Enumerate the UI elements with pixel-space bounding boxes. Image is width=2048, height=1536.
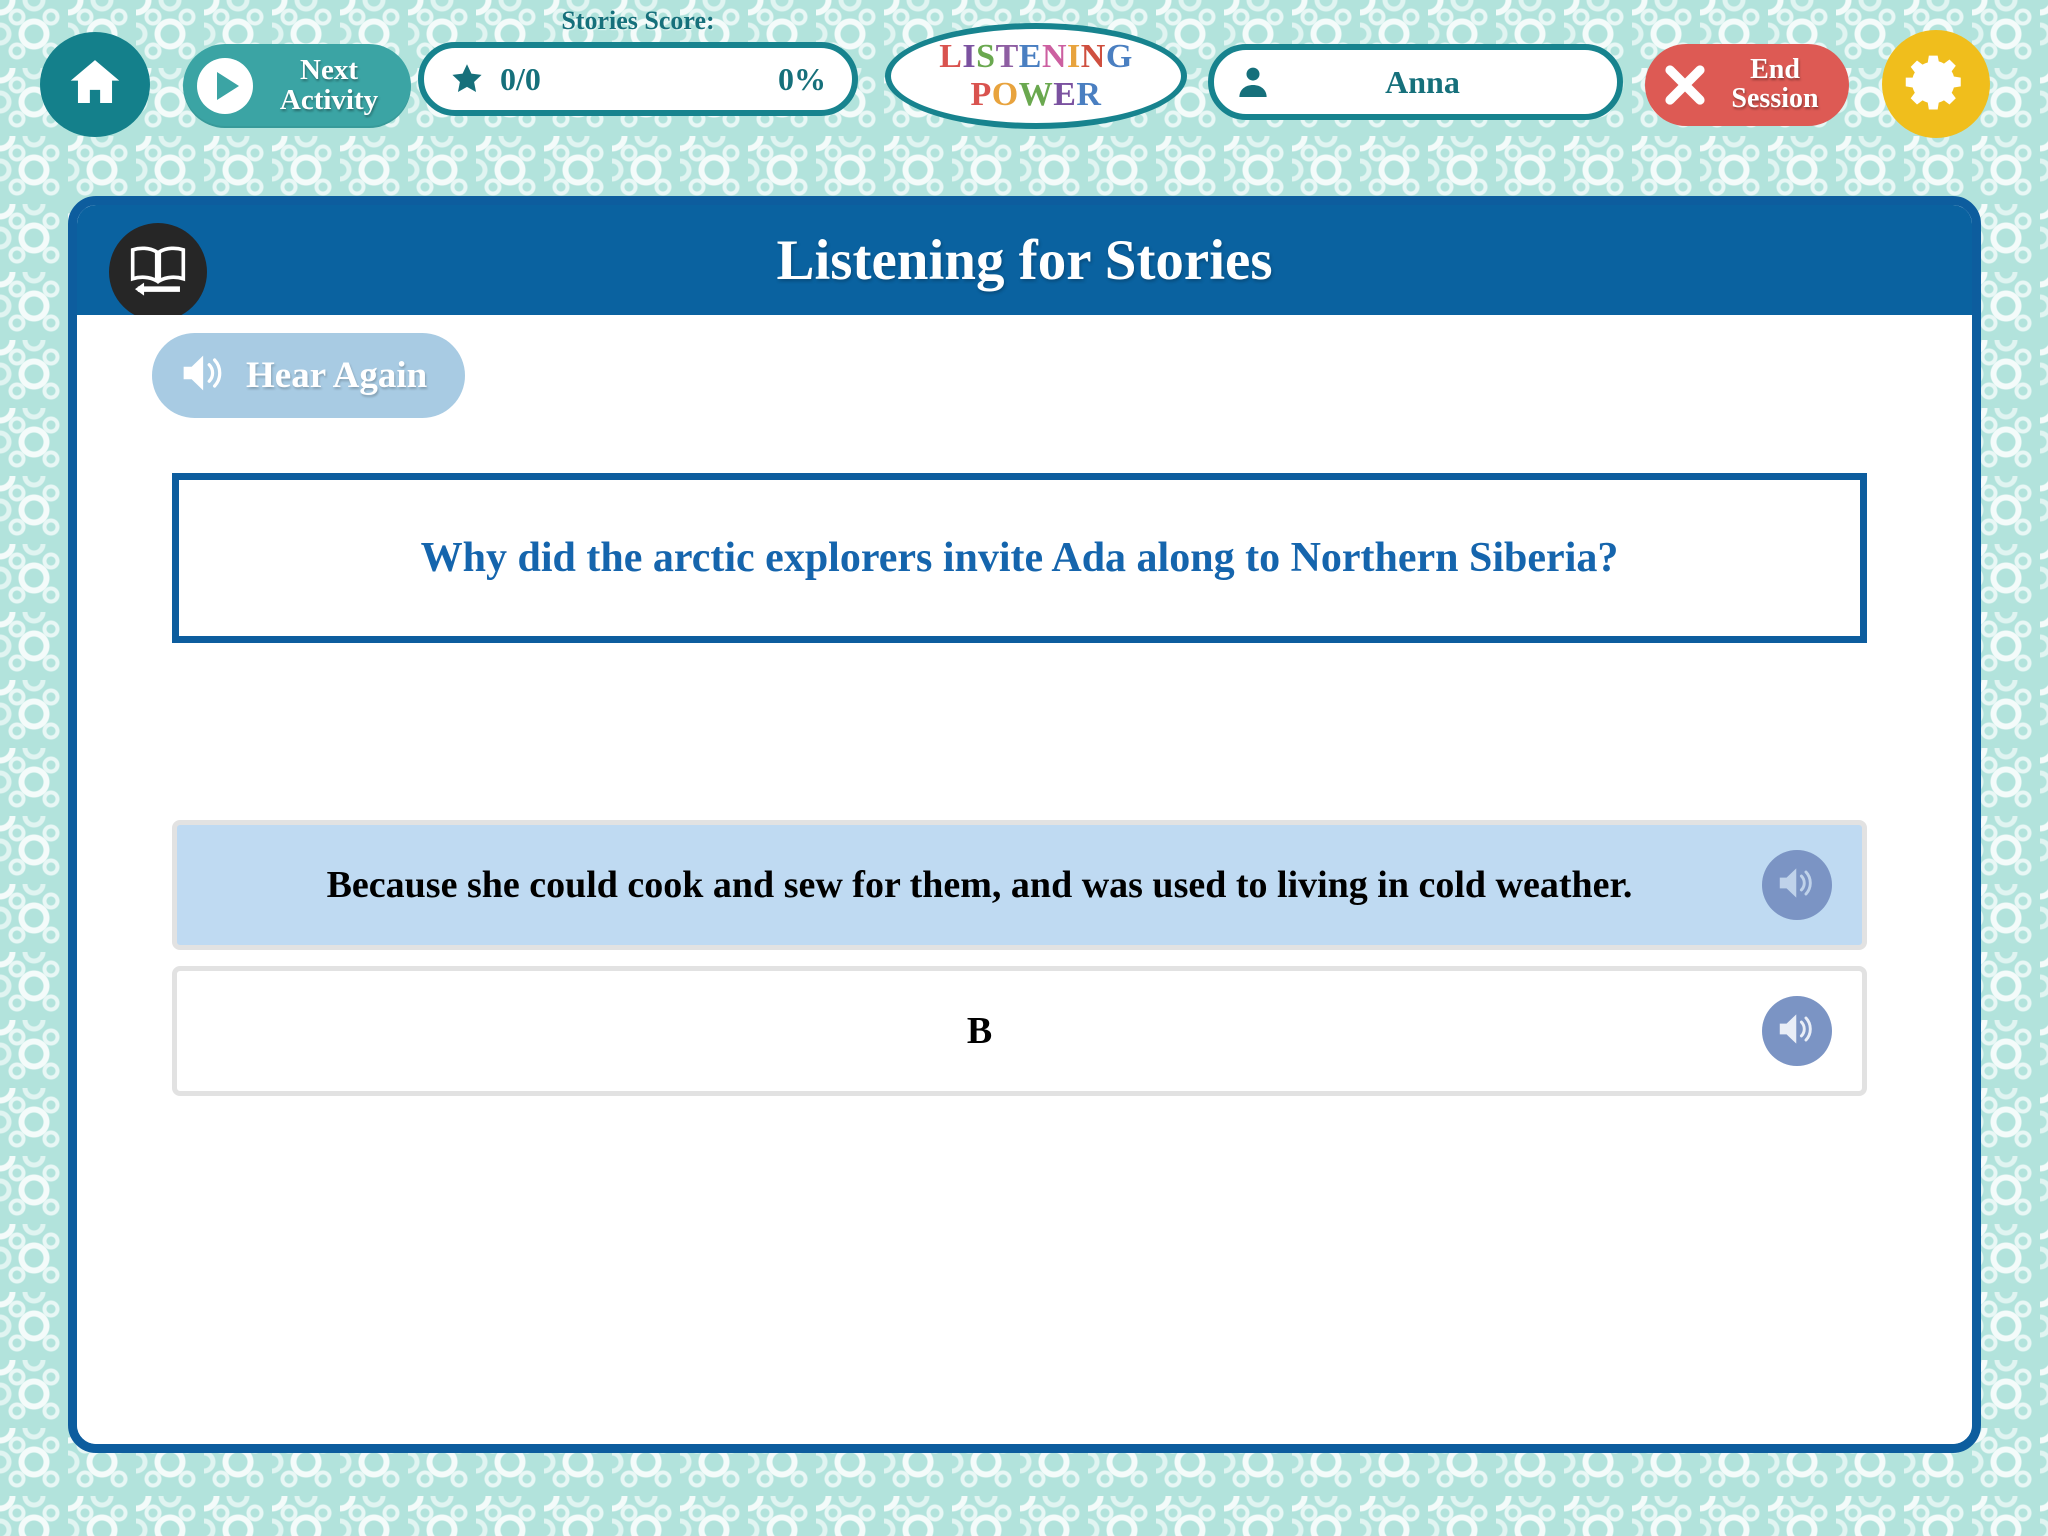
stories-score-pill: 0/0 0% (418, 42, 858, 116)
logo-letter: R (1076, 76, 1102, 113)
logo-letter: W (1018, 76, 1054, 113)
answer-option-b[interactable]: B (172, 966, 1867, 1096)
book-back-icon (127, 239, 189, 306)
app-logo: LISTENING POWER (885, 23, 1187, 129)
logo-letter: O (991, 76, 1019, 113)
play-icon (197, 58, 253, 114)
settings-button[interactable] (1882, 30, 1990, 138)
home-button[interactable] (40, 32, 150, 137)
top-toolbar: Next Activity Stories Score: 0/0 0% LIST… (0, 0, 2048, 145)
stories-score-caption: Stories Score: (561, 6, 715, 35)
book-back-button[interactable] (109, 223, 207, 321)
answer-option-a-text: Because she could cook and sew for them,… (326, 863, 1633, 906)
answer-option-a[interactable]: Because she could cook and sew for them,… (172, 820, 1867, 950)
logo-letter: G (1105, 38, 1133, 75)
logo-letter: E (1053, 76, 1077, 113)
logo-letter: I (962, 38, 977, 75)
answer-options: Because she could cook and sew for them,… (172, 820, 1867, 1096)
answer-option-b-speaker-button[interactable] (1762, 996, 1832, 1066)
stories-score-fraction: 0/0 (500, 60, 541, 97)
close-icon (1661, 61, 1709, 109)
speaker-icon (1775, 1007, 1819, 1056)
hear-again-button[interactable]: Hear Again (152, 333, 465, 418)
logo-letter: I (1067, 38, 1081, 75)
hear-again-label: Hear Again (246, 355, 428, 396)
speaker-icon (152, 347, 230, 404)
home-icon (67, 54, 123, 115)
logo-letter: E (1018, 38, 1042, 75)
speaker-icon (1775, 861, 1819, 910)
next-activity-button[interactable]: Next Activity (183, 44, 411, 128)
next-activity-label: Next Activity (279, 54, 379, 116)
answer-option-b-text: B (966, 1009, 993, 1052)
question-text: Why did the arctic explorers invite Ada … (420, 535, 1619, 581)
stories-score-percent: 0% (778, 60, 826, 97)
logo-line-power: POWER (971, 78, 1102, 112)
question-box: Why did the arctic explorers invite Ada … (172, 473, 1867, 643)
star-icon (450, 62, 484, 96)
stories-score: Stories Score: 0/0 0% (418, 6, 858, 116)
page-title: Listening for Stories (776, 228, 1273, 292)
activity-panel: Listening for Stories Hear Again Why did… (68, 196, 1981, 1453)
user-icon (1234, 63, 1272, 101)
end-session-label: End Session (1731, 54, 1819, 114)
logo-letter: N (1041, 38, 1068, 75)
end-session-button[interactable]: End Session (1645, 44, 1849, 126)
user-name: Anna (1385, 63, 1460, 100)
answer-option-a-speaker-button[interactable] (1762, 850, 1832, 920)
logo-letter: N (1080, 38, 1106, 75)
logo-line-listening: LISTENING (939, 40, 1133, 74)
gear-icon (1903, 49, 1969, 120)
logo-letter: P (970, 76, 992, 113)
logo-letter: S (976, 38, 996, 75)
panel-body: Hear Again Why did the arctic explorers … (77, 315, 1972, 1444)
logo-letter: L (939, 38, 963, 75)
panel-header: Listening for Stories (77, 205, 1972, 321)
logo-letter: T (995, 38, 1019, 75)
user-button[interactable]: Anna (1208, 44, 1623, 120)
